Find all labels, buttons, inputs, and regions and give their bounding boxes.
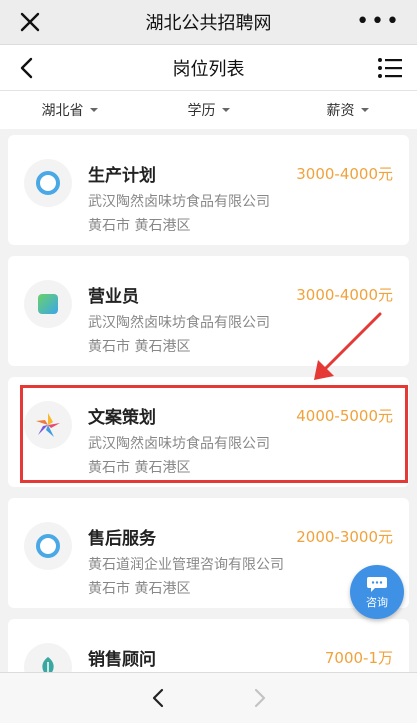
filter-education-label: 学历 [187,103,216,119]
job-salary: 7000-1万 [324,649,393,667]
job-card[interactable]: 生产计划 3000-4000元 武汉陶然卤味坊食品有限公司 黄石市 黄石港区 [8,135,409,245]
job-title: 售后服务 [88,529,156,549]
wechat-title-bar: 湖北公共招聘网 ••• [0,0,417,44]
consult-label: 咨询 [366,595,388,609]
chat-bubble-icon [367,576,387,592]
company-logo [24,522,72,570]
page-header: 岗位列表 [0,44,417,91]
filter-education[interactable]: 学历 [139,91,278,129]
consult-button[interactable]: 咨询 [350,565,404,619]
close-icon[interactable] [18,10,42,34]
highlight-box [20,385,408,483]
caret-down-icon [221,108,230,112]
company-logo [24,280,72,328]
window-title: 湖北公共招聘网 [145,13,272,34]
job-title: 销售顾问 [88,650,156,670]
company-name: 武汉陶然卤味坊食品有限公司 [88,315,270,331]
company-logo [24,643,72,672]
back-arrow-icon[interactable] [14,55,40,81]
job-location: 黄石市 黄石港区 [88,339,191,355]
blue-ring-logo-icon [36,534,60,558]
caret-down-icon [89,108,98,112]
filter-region[interactable]: 湖北省 [0,91,139,129]
job-salary: 3000-4000元 [296,165,393,183]
company-logo [24,159,72,207]
job-title: 生产计划 [88,166,156,186]
company-name: 黄石道润企业管理咨询有限公司 [88,557,284,573]
filter-bar: 湖北省 学历 薪资 [0,90,417,129]
job-title: 营业员 [88,287,139,307]
more-icon[interactable]: ••• [356,11,401,33]
job-location: 黄石市 黄石港区 [88,218,191,234]
job-card[interactable]: 售后服务 2000-3000元 黄石道润企业管理咨询有限公司 黄石市 黄石港区 [8,498,409,608]
list-menu-icon[interactable] [377,57,403,79]
page-title: 岗位列表 [172,59,245,80]
back-chevron-icon[interactable] [146,685,172,711]
green-blue-square-logo-icon [38,294,58,314]
job-location: 黄石市 黄石港区 [88,581,191,597]
caret-down-icon [360,108,369,112]
forward-chevron-icon[interactable] [246,685,272,711]
company-name: 武汉陶然卤味坊食品有限公司 [88,194,270,210]
blue-ring-logo-icon [36,171,60,195]
pointer-arrow-icon [314,312,382,380]
filter-region-label: 湖北省 [41,103,84,119]
filter-salary-label: 薪资 [326,103,355,119]
job-salary: 2000-3000元 [296,528,393,546]
bottom-nav-bar [0,672,417,723]
leaf-logo-icon [42,657,54,672]
filter-salary[interactable]: 薪资 [278,91,417,129]
job-card[interactable]: 销售顾问 7000-1万 [8,619,409,672]
